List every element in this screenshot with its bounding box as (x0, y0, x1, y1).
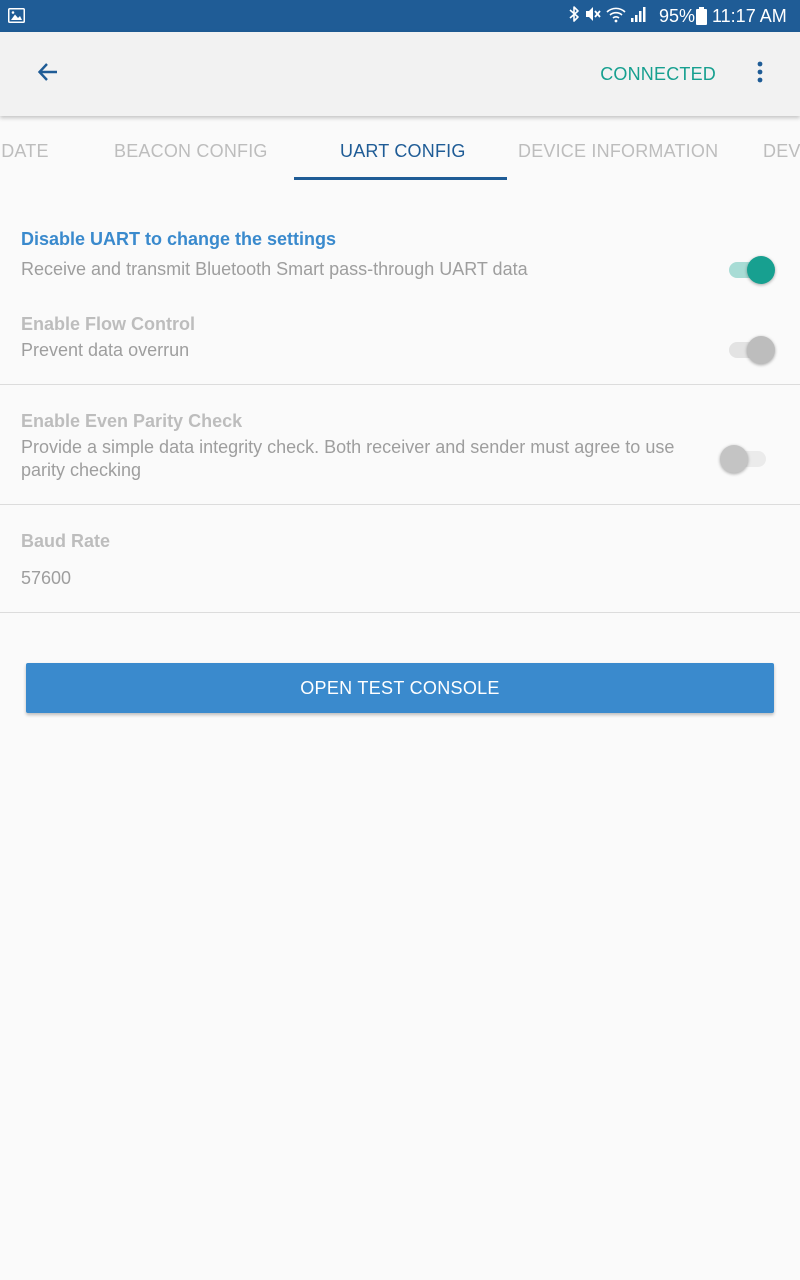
flow-control-toggle[interactable] (727, 333, 775, 365)
arrow-left-icon (36, 60, 60, 89)
battery-percent: 95% (659, 6, 696, 26)
baud-rate-value: 57600 (21, 568, 72, 588)
flow-control-description: Prevent data overrun (21, 340, 190, 360)
tab-device[interactable]: DEVI (763, 140, 800, 162)
tab-update[interactable]: PDATE (0, 140, 49, 162)
divider (0, 384, 800, 385)
more-vert-icon (757, 61, 763, 88)
tab-uart-config[interactable]: UART CONFIG (340, 140, 466, 162)
battery-icon (696, 7, 707, 30)
parity-title: Enable Even Parity Check (21, 411, 243, 431)
signal-icon (630, 5, 648, 28)
uart-description: Receive and transmit Bluetooth Smart pas… (21, 259, 528, 279)
tab-bar: PDATE BEACON CONFIG UART CONFIG DEVICE I… (0, 116, 800, 182)
active-tab-indicator (294, 177, 507, 180)
divider (0, 612, 800, 613)
system-icons (568, 5, 648, 28)
back-button[interactable] (28, 54, 68, 94)
overflow-menu-button[interactable] (744, 54, 776, 94)
baud-rate-title: Baud Rate (21, 531, 111, 551)
status-bar: 95% 11:17 AM (0, 0, 800, 32)
bluetooth-icon (568, 5, 580, 28)
connection-status[interactable]: CONNECTED (600, 63, 716, 85)
app-bar: CONNECTED (0, 32, 800, 116)
image-icon (8, 8, 25, 23)
parity-toggle[interactable] (720, 442, 768, 474)
parity-description: Provide a simple data integrity check. B… (21, 437, 675, 480)
wifi-icon (606, 5, 626, 28)
open-test-console-button[interactable]: OPEN TEST CONSOLE (26, 663, 774, 713)
uart-toggle[interactable] (727, 253, 775, 285)
mute-icon (584, 5, 602, 28)
uart-title: Disable UART to change the settings (21, 229, 337, 249)
divider (0, 504, 800, 505)
tab-device-information[interactable]: DEVICE INFORMATION (518, 140, 718, 162)
clock: 11:17 AM (712, 6, 787, 26)
tab-beacon-config[interactable]: BEACON CONFIG (114, 140, 268, 162)
flow-control-title: Enable Flow Control (21, 314, 195, 334)
